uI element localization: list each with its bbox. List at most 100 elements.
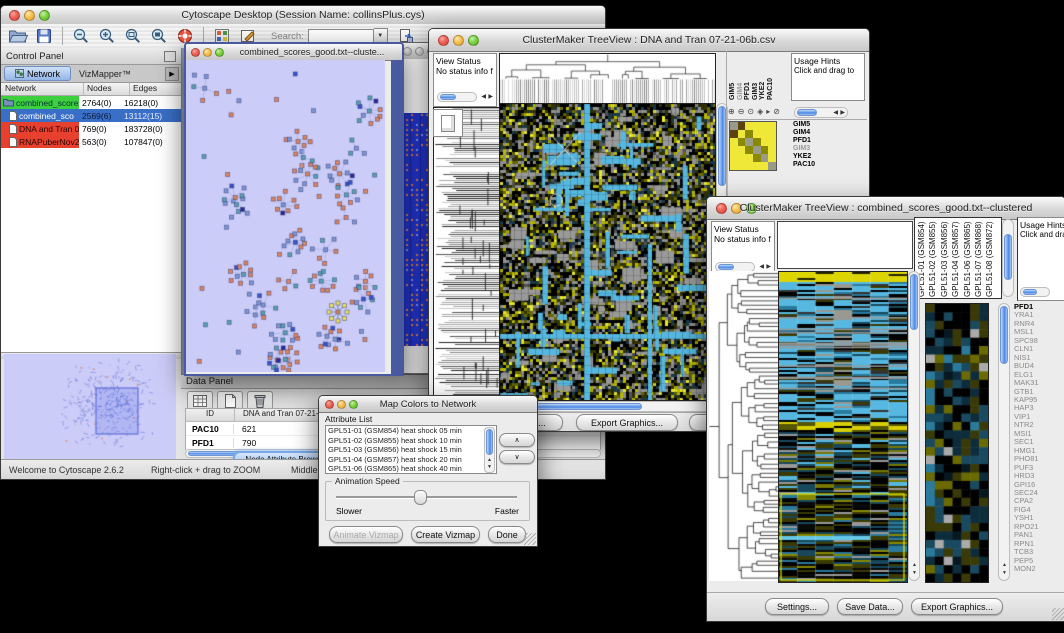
scroll-up-icon[interactable]: ▲ [1002,563,1007,568]
dp-col-id[interactable]: ID [186,409,235,421]
export-graphics-button[interactable]: Export Graphics... [576,414,678,431]
matrix-cell[interactable] [761,138,769,146]
scrollbar-thumb[interactable] [1000,306,1008,364]
scrollbar-thumb[interactable] [718,106,726,186]
matrix-cell[interactable] [768,130,776,138]
close-icon[interactable] [191,48,200,57]
zoom-control-icon[interactable]: ⊖ [738,108,745,116]
zoom-control-icon[interactable]: ⊙ [747,108,754,116]
close-icon[interactable] [403,47,412,56]
zoom-fit-icon[interactable] [121,26,145,46]
tv2-column-dendrogram[interactable] [777,221,913,269]
matrix-cell[interactable] [761,162,769,170]
matrix-cell[interactable] [730,122,738,130]
minimize-icon[interactable] [203,48,212,57]
scroll-left-icon[interactable]: ◀ [481,94,486,100]
zoom-control-icon[interactable]: ⊘ [773,108,780,116]
done-button[interactable]: Done [488,526,526,543]
save-icon[interactable] [32,26,56,46]
scroll-right-icon[interactable]: ▶ [488,94,493,100]
zoom-out-icon[interactable] [69,26,93,46]
col-header-network[interactable]: Network [1,83,84,95]
scrollbar-thumb[interactable] [440,94,456,100]
resize-grip[interactable] [524,533,536,545]
scroll-up-icon[interactable]: ▲ [487,458,492,463]
matrix-cell[interactable] [768,146,776,154]
attribute-list[interactable]: GPL51-01 (GSM854) heat shock 05 minGPL51… [325,425,497,474]
attribute-list-scrollbar[interactable]: ▲ ▼ [484,427,495,473]
matrix-cell[interactable] [761,146,769,154]
tv2-zoom-heatmap[interactable] [925,303,989,583]
zoom-in-icon[interactable] [95,26,119,46]
matrix-cell[interactable] [768,138,776,146]
matrix-cell[interactable] [730,138,738,146]
save-data-button[interactable]: Save Data... [837,598,903,615]
tab-overflow-button[interactable]: ▶ [165,67,179,81]
tv2-row-dendrogram[interactable] [709,271,778,581]
network-list-row[interactable]: DNA and Tran 07769(0)183728(0) [1,122,181,135]
minimize-icon[interactable] [415,47,424,56]
network-overview-thumbnail[interactable] [4,354,176,460]
matrix-cell[interactable] [768,154,776,162]
matrix-cell[interactable] [768,122,776,130]
network-list-row[interactable]: combined_sco2569(6)13112(15) [1,109,181,122]
col-header-edges[interactable]: Edges [130,83,157,95]
tab-vizmapper[interactable]: VizMapper™ [79,69,131,79]
scrollbar-thumb[interactable] [1004,234,1012,280]
matrix-cell[interactable] [738,138,746,146]
export-graphics-button[interactable]: Export Graphics... [911,598,1003,615]
matrix-cell[interactable] [745,130,753,138]
scroll-up-icon[interactable]: ▲ [912,563,917,568]
create-vizmap-button[interactable]: Create Vizmap [411,526,480,543]
tv2-heatmap[interactable] [778,271,908,583]
matrix-cell[interactable] [753,146,761,154]
matrix-cell[interactable] [753,130,761,138]
matrix-cell[interactable] [761,122,769,130]
attribute-list-item[interactable]: GPL51-02 (GSM855) heat shock 10 min [326,436,496,446]
matrix-cell[interactable] [753,122,761,130]
scroll-right-icon[interactable]: ▶ [840,110,845,116]
zoom-control-icon[interactable]: ⊕ [728,108,735,116]
matrix-cell[interactable] [745,122,753,130]
matrix-cell[interactable] [738,154,746,162]
scroll-right-icon[interactable]: ▶ [766,264,771,270]
matrix-cell[interactable] [738,122,746,130]
zoom-window-icon[interactable] [215,48,224,57]
matrix-cell[interactable] [761,130,769,138]
tv1-zoom-matrix[interactable] [729,121,777,171]
speed-slider-thumb[interactable] [414,490,427,505]
resize-grip[interactable] [1052,608,1064,620]
matrix-cell[interactable] [730,130,738,138]
tab-network[interactable]: Network [4,66,71,81]
main-titlebar[interactable]: Cytoscape Desktop (Session Name: collins… [1,6,605,25]
matrix-cell[interactable] [730,154,738,162]
float-panel-icon[interactable] [164,51,176,62]
matrix-cell[interactable] [753,138,761,146]
matrix-cell[interactable] [738,162,746,170]
zoom-control-icon[interactable]: ▸ [766,108,770,116]
usage-hints-scrollbar[interactable] [1020,287,1050,297]
tv2-gene-scrollbar[interactable]: ▲ ▼ [998,303,1010,581]
animate-vizmap-button[interactable]: Animate Vizmap [329,526,403,543]
attribute-list-item[interactable]: GPL51-01 (GSM854) heat shock 05 min [326,426,496,436]
tv2-heat-vscrollbar[interactable]: ▲ ▼ [908,271,920,581]
zoom-selected-icon[interactable] [147,26,171,46]
tv2-label-scrollbar[interactable] [1002,219,1014,297]
matrix-cell[interactable] [738,130,746,138]
tv1-row-dendrogram[interactable] [433,107,500,401]
view-status-scrollbar[interactable] [437,92,477,102]
attribute-list-item[interactable]: GPL51-07 (GSM868) heat shock 60 min [326,474,496,475]
matrix-cell[interactable] [768,162,776,170]
network-list-row[interactable]: RNAPuberNov2+I563(0)107847(0) [1,135,181,148]
tv1-zoom-hscrollbar[interactable]: ◀ ▶ [794,107,848,118]
attribute-list-item[interactable]: GPL51-06 (GSM865) heat shock 40 min [326,464,496,474]
scrollbar-thumb[interactable] [797,109,817,116]
open-folder-icon[interactable] [6,26,30,46]
scroll-left-icon[interactable]: ◀ [759,264,764,270]
scrollbar-thumb[interactable] [910,274,918,330]
matrix-cell[interactable] [730,146,738,154]
col-header-nodes[interactable]: Nodes [84,83,130,95]
matrix-cell[interactable] [730,162,738,170]
scrollbar-thumb[interactable] [718,264,734,270]
matrix-cell[interactable] [745,138,753,146]
